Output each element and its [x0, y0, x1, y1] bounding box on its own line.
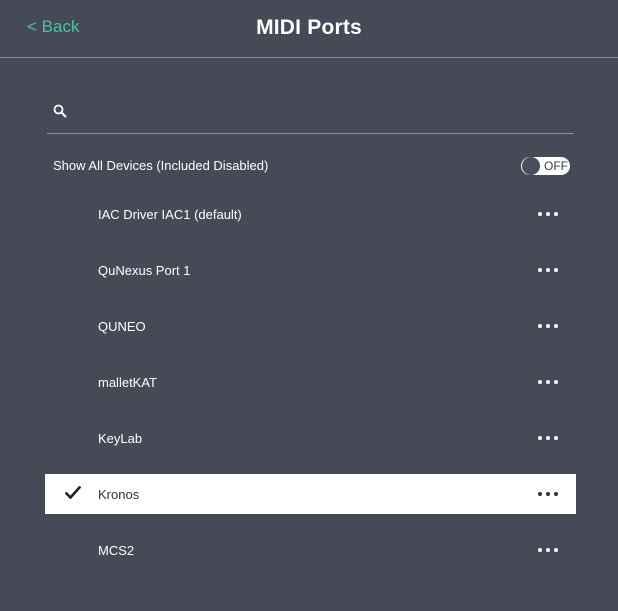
page-title: MIDI Ports	[256, 16, 362, 39]
device-row[interactable]: QUNEO	[45, 306, 576, 346]
device-name: KeyLab	[98, 431, 143, 446]
device-name: Kronos	[98, 487, 140, 502]
device-name: QuNexus Port 1	[98, 263, 191, 278]
device-list: IAC Driver IAC1 (default) QuNexus Port 1…	[45, 194, 576, 586]
more-options-icon[interactable]	[537, 375, 559, 389]
device-row[interactable]: QuNexus Port 1	[45, 250, 576, 290]
more-options-icon[interactable]	[537, 207, 559, 221]
toggle-state-text: OFF	[544, 159, 568, 173]
more-options-icon[interactable]	[537, 543, 559, 557]
device-row[interactable]: MCS2	[45, 530, 576, 570]
device-row-selected[interactable]: Kronos	[45, 474, 576, 514]
device-name: MCS2	[98, 543, 135, 558]
device-name: QUNEO	[98, 319, 146, 334]
header-bar: < Back MIDI Ports	[0, 0, 618, 58]
device-row[interactable]: IAC Driver IAC1 (default)	[45, 194, 576, 234]
more-options-icon[interactable]	[537, 431, 559, 445]
more-options-icon[interactable]	[537, 263, 559, 277]
search-icon	[53, 104, 67, 118]
device-row[interactable]: malletKAT	[45, 362, 576, 402]
show-all-devices-label: Show All Devices (Included Disabled)	[53, 158, 269, 173]
device-name: IAC Driver IAC1 (default)	[98, 207, 242, 222]
checkmark-icon	[65, 486, 81, 500]
search-input[interactable]	[75, 98, 569, 128]
show-all-devices-toggle[interactable]: OFF	[521, 157, 570, 175]
toggle-knob	[522, 157, 540, 175]
device-name: malletKAT	[98, 375, 157, 390]
more-options-icon[interactable]	[537, 319, 559, 333]
search-bar	[47, 92, 574, 134]
more-options-icon[interactable]	[537, 487, 559, 501]
device-row[interactable]: KeyLab	[45, 418, 576, 458]
